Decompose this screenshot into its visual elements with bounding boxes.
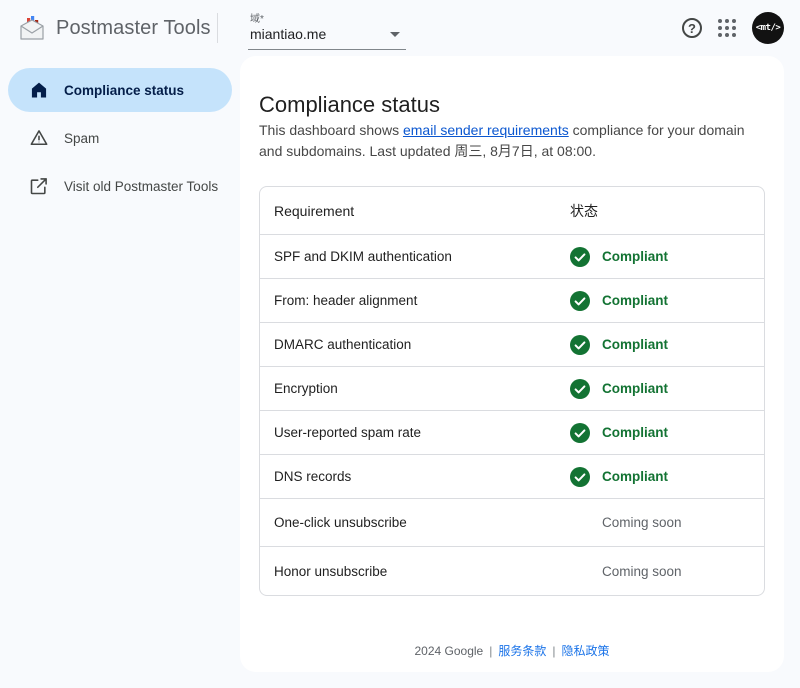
column-header-requirement: Requirement xyxy=(274,203,570,219)
status-text: Compliant xyxy=(602,337,668,352)
avatar[interactable]: <mt/> xyxy=(752,12,784,44)
check-circle-icon xyxy=(570,379,590,399)
requirement-label: From: header alignment xyxy=(274,293,570,308)
sidebar-item-compliance-status[interactable]: Compliance status xyxy=(8,68,232,112)
email-sender-requirements-link[interactable]: email sender requirements xyxy=(403,122,569,138)
table-row: SPF and DKIM authentication Compliant xyxy=(260,235,764,279)
column-header-status: 状态 xyxy=(570,201,598,221)
status-text: Coming soon xyxy=(602,564,682,579)
table-row: DNS records Compliant xyxy=(260,455,764,499)
table-row: Encryption Compliant xyxy=(260,367,764,411)
avatar-initials: <mt/> xyxy=(756,23,781,33)
help-icon[interactable]: ? xyxy=(682,18,702,38)
requirement-label: Honor unsubscribe xyxy=(274,564,570,579)
sidebar-item-visit-old-postmaster-tools[interactable]: Visit old Postmaster Tools xyxy=(8,164,232,208)
status-cell: Compliant xyxy=(570,467,668,487)
privacy-policy-link[interactable]: 隐私政策 xyxy=(561,644,609,658)
home-icon xyxy=(29,80,49,100)
postmaster-tools-logo-icon xyxy=(18,15,46,42)
status-text: Compliant xyxy=(602,381,668,396)
domain-selector-value: miantiao.me xyxy=(250,26,326,42)
domain-selector[interactable]: 域* miantiao.me xyxy=(248,6,406,50)
check-circle-icon xyxy=(570,291,590,311)
header-divider xyxy=(217,13,218,43)
requirement-label: DNS records xyxy=(274,469,570,484)
terms-of-service-link[interactable]: 服务条款 xyxy=(498,644,546,658)
status-text: Compliant xyxy=(602,249,668,264)
status-text: Compliant xyxy=(602,425,668,440)
footer-separator: | xyxy=(552,644,555,658)
check-circle-icon xyxy=(570,335,590,355)
requirement-label: Encryption xyxy=(274,381,570,396)
compliance-table: Requirement 状态 SPF and DKIM authenticati… xyxy=(259,186,765,596)
table-body: SPF and DKIM authenticationCompliantFrom… xyxy=(260,235,764,595)
status-cell: Coming soon xyxy=(570,515,682,530)
status-cell: Compliant xyxy=(570,379,668,399)
check-circle-icon xyxy=(570,247,590,267)
table-row: DMARC authentication Compliant xyxy=(260,323,764,367)
warning-triangle-icon xyxy=(29,128,49,148)
sidebar: Compliance status Spam Visit old Postm xyxy=(0,56,240,688)
footer-separator: | xyxy=(489,644,492,658)
sidebar-item-label: Compliance status xyxy=(64,83,184,98)
status-text: Coming soon xyxy=(602,515,682,530)
app-title: Postmaster Tools xyxy=(56,17,211,40)
status-cell: Coming soon xyxy=(570,564,682,579)
status-cell: Compliant xyxy=(570,423,668,443)
requirement-label: DMARC authentication xyxy=(274,337,570,352)
requirement-label: One-click unsubscribe xyxy=(274,515,570,530)
table-header-row: Requirement 状态 xyxy=(260,187,764,235)
chevron-down-icon xyxy=(390,32,400,37)
status-cell: Compliant xyxy=(570,247,668,267)
status-text: Compliant xyxy=(602,469,668,484)
header-actions: ? <mt/> xyxy=(682,12,784,44)
status-text: Compliant xyxy=(602,293,668,308)
table-row: User-reported spam rate Compliant xyxy=(260,411,764,455)
check-circle-icon xyxy=(570,467,590,487)
description-text: This dashboard shows xyxy=(259,122,403,138)
requirement-label: SPF and DKIM authentication xyxy=(274,249,570,264)
copyright-text: 2024 Google xyxy=(414,644,483,658)
sidebar-item-label: Spam xyxy=(64,131,99,146)
main-card: Compliance status This dashboard shows e… xyxy=(240,56,784,672)
app-header: Postmaster Tools 域* miantiao.me ? <mt/> xyxy=(0,0,800,56)
table-row: From: header alignment Compliant xyxy=(260,279,764,323)
table-row: Honor unsubscribe Coming soon xyxy=(260,547,764,595)
check-circle-icon xyxy=(570,423,590,443)
status-cell: Compliant xyxy=(570,335,668,355)
page-description: This dashboard shows email sender requir… xyxy=(259,120,765,162)
apps-grid-icon[interactable] xyxy=(718,19,736,37)
card-footer: 2024 Google | 服务条款 | 隐私政策 xyxy=(259,642,765,659)
page-title: Compliance status xyxy=(259,92,765,118)
brand: Postmaster Tools xyxy=(18,15,217,42)
requirement-label: User-reported spam rate xyxy=(274,425,570,440)
table-row: One-click unsubscribe Coming soon xyxy=(260,499,764,547)
status-cell: Compliant xyxy=(570,291,668,311)
sidebar-item-spam[interactable]: Spam xyxy=(8,116,232,160)
external-link-icon xyxy=(29,176,49,196)
domain-selector-label: 域* xyxy=(250,10,404,25)
sidebar-item-label: Visit old Postmaster Tools xyxy=(64,179,218,194)
